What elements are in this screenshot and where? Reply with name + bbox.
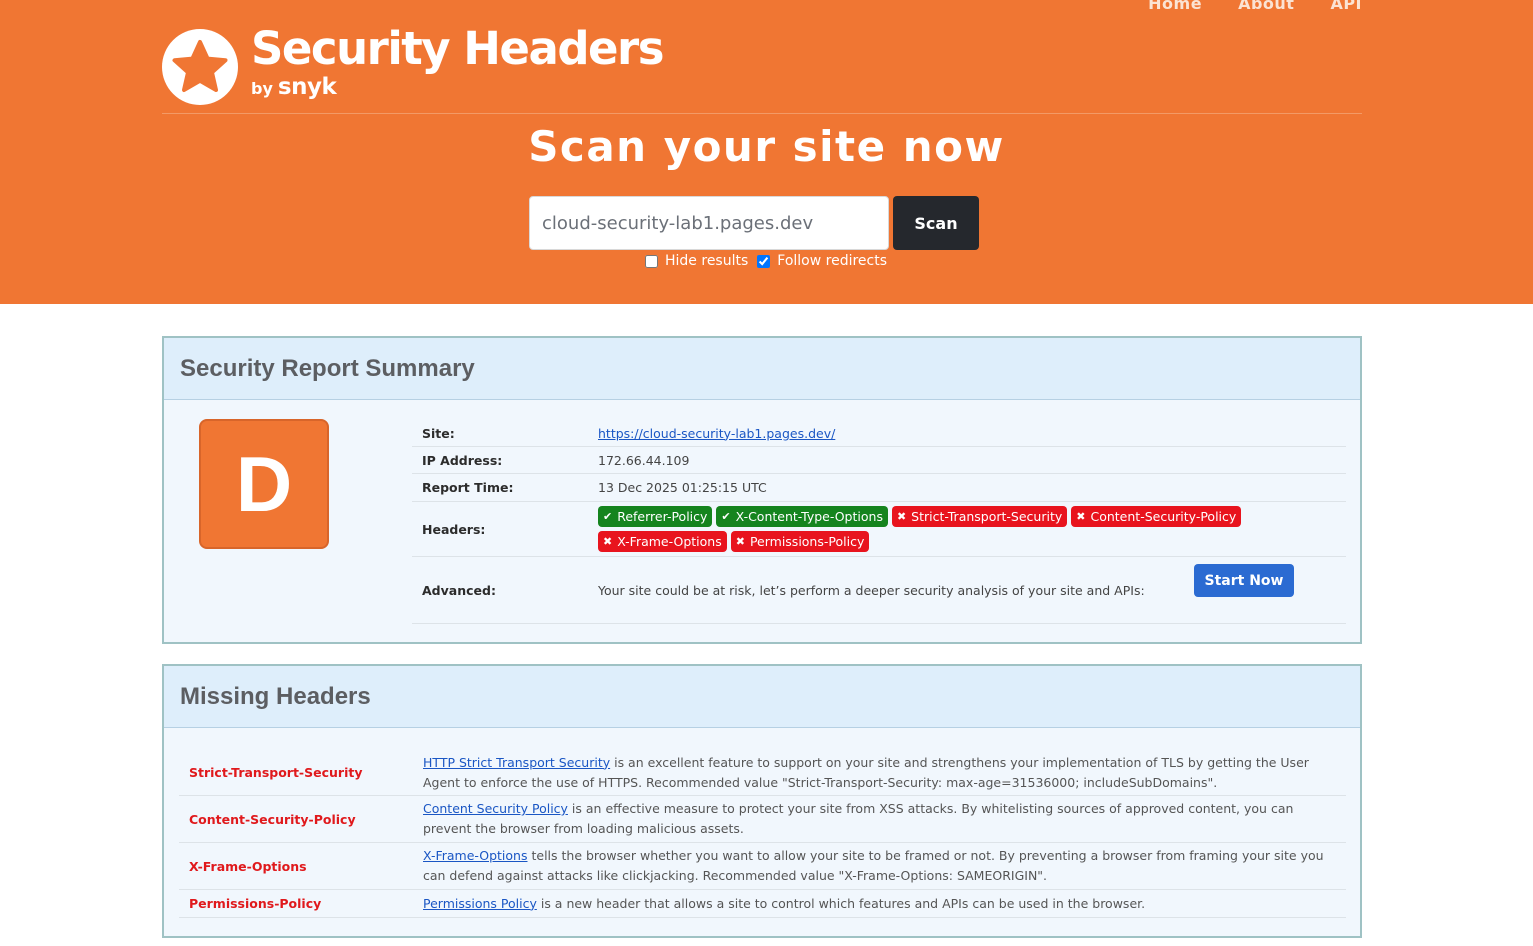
header-badges: ✔ Referrer-Policy ✔ X-Content-Type-Options ✖…: [598, 503, 1346, 555]
grade-badge: D: [199, 419, 329, 549]
headers-row: Headers: ✔ Referrer-Policy ✔ X-Content-Type…: [412, 502, 1346, 557]
missing-header-name: Permissions-Policy: [189, 896, 322, 911]
follow-redirects-option[interactable]: Follow redirects: [757, 253, 887, 269]
cross-icon: ✖: [603, 535, 613, 548]
missing-header-link[interactable]: X-Frame-Options: [423, 848, 528, 863]
missing-header-description: is a new header that allows a site to co…: [536, 895, 1146, 911]
site-row: Site: https://cloud-security-lab1.pages.…: [412, 420, 1346, 447]
headers-label: Headers:: [422, 521, 486, 537]
missing-row: Permissions-Policy Permissions Policy is…: [179, 890, 1346, 918]
nav-about-link[interactable]: About: [1238, 0, 1294, 13]
site-link[interactable]: https://cloud-security-lab1.pages.dev/: [598, 426, 835, 441]
header-badge: ✖ Content-Security-Policy: [1071, 506, 1242, 527]
missing-header-name: Strict-Transport-Security: [189, 765, 363, 780]
ip-value: 172.66.44.109: [598, 452, 690, 468]
header-badge-label: X-Frame-Options: [617, 534, 722, 549]
scan-button[interactable]: Scan: [893, 196, 979, 250]
logo-brand: snyk: [277, 74, 337, 100]
header-badge-label: X-Content-Type-Options: [735, 509, 883, 524]
cross-icon: ✖: [735, 535, 745, 548]
logo-by: by: [251, 79, 273, 98]
hero-header: Home About API Security Headers by snyk …: [0, 0, 1533, 304]
hide-results-option[interactable]: Hide results: [645, 253, 748, 269]
time-row: Report Time: 13 Dec 2025 01:25:15 UTC: [412, 474, 1346, 502]
nav-api-link[interactable]: API: [1330, 0, 1362, 13]
missing-row: X-Frame-Options X-Frame-Options tells th…: [179, 843, 1346, 890]
nav-home-link[interactable]: Home: [1148, 0, 1202, 13]
missing-header-link[interactable]: Permissions Policy: [423, 896, 537, 911]
header-badge: ✖ X-Frame-Options: [598, 531, 727, 552]
header-badge: ✔ X-Content-Type-Options: [716, 506, 888, 527]
start-now-button[interactable]: Start Now: [1194, 564, 1294, 597]
advanced-label: Advanced:: [422, 582, 496, 598]
star-logo-icon: [162, 29, 238, 105]
missing-title: Missing Headers: [180, 682, 371, 710]
scan-options: Hide results Follow redirects: [645, 253, 887, 269]
missing-headers-table: Strict-Transport-Security HTTP Strict Tr…: [179, 750, 1346, 918]
advanced-row: Advanced: Your site could be at risk, le…: [412, 557, 1346, 624]
missing-header-description: tells the browser whether you want to al…: [423, 848, 1324, 883]
hide-results-checkbox[interactable]: [645, 254, 658, 268]
header-badge-label: Permissions-Policy: [749, 534, 865, 549]
header-badge: ✔ Referrer-Policy: [598, 506, 713, 527]
time-label: Report Time:: [422, 480, 514, 495]
header-badge: ✖ Permissions-Policy: [730, 531, 870, 552]
report-summary-panel: Security Report Summary D Site: https://…: [162, 336, 1362, 644]
missing-header-link[interactable]: Content Security Policy: [423, 801, 568, 816]
cross-icon: ✖: [1076, 510, 1086, 523]
check-icon: ✔: [721, 510, 731, 523]
site-label: Site:: [422, 425, 455, 441]
page-title: Scan your site now: [528, 122, 1005, 171]
site-logo[interactable]: Security Headers by snyk: [162, 22, 665, 105]
follow-redirects-label: Follow redirects: [777, 253, 888, 269]
summary-table: Site: https://cloud-security-lab1.pages.…: [412, 420, 1346, 624]
ip-row: IP Address: 172.66.44.109: [412, 447, 1346, 474]
url-input[interactable]: [529, 196, 889, 250]
logo-title: Security Headers: [251, 22, 665, 75]
header-badge: ✖ Strict-Transport-Security: [891, 506, 1068, 527]
header-badge-label: Content-Security-Policy: [1090, 509, 1237, 524]
cross-icon: ✖: [896, 510, 907, 523]
missing-row: Strict-Transport-Security HTTP Strict Tr…: [179, 750, 1346, 796]
header-badge-label: Strict-Transport-Security: [911, 509, 1063, 524]
header-badge-label: Referrer-Policy: [617, 509, 708, 524]
summary-title: Security Report Summary: [180, 354, 475, 382]
missing-header-name: X-Frame-Options: [189, 858, 307, 874]
missing-header-name: Content-Security-Policy: [189, 811, 356, 827]
missing-row: Content-Security-Policy Content Security…: [179, 796, 1346, 843]
follow-redirects-checkbox[interactable]: [757, 254, 771, 268]
header-divider: [162, 113, 1362, 114]
time-value: 13 Dec 2025 01:25:15 UTC: [598, 480, 767, 495]
check-icon: ✔: [603, 510, 613, 523]
top-nav: Home About API: [1148, 0, 1362, 13]
hide-results-label: Hide results: [665, 253, 749, 269]
missing-headers-panel: Missing Headers Strict-Transport-Securit…: [162, 664, 1362, 938]
ip-label: IP Address:: [422, 452, 503, 468]
missing-header-link[interactable]: HTTP Strict Transport Security: [423, 755, 610, 770]
